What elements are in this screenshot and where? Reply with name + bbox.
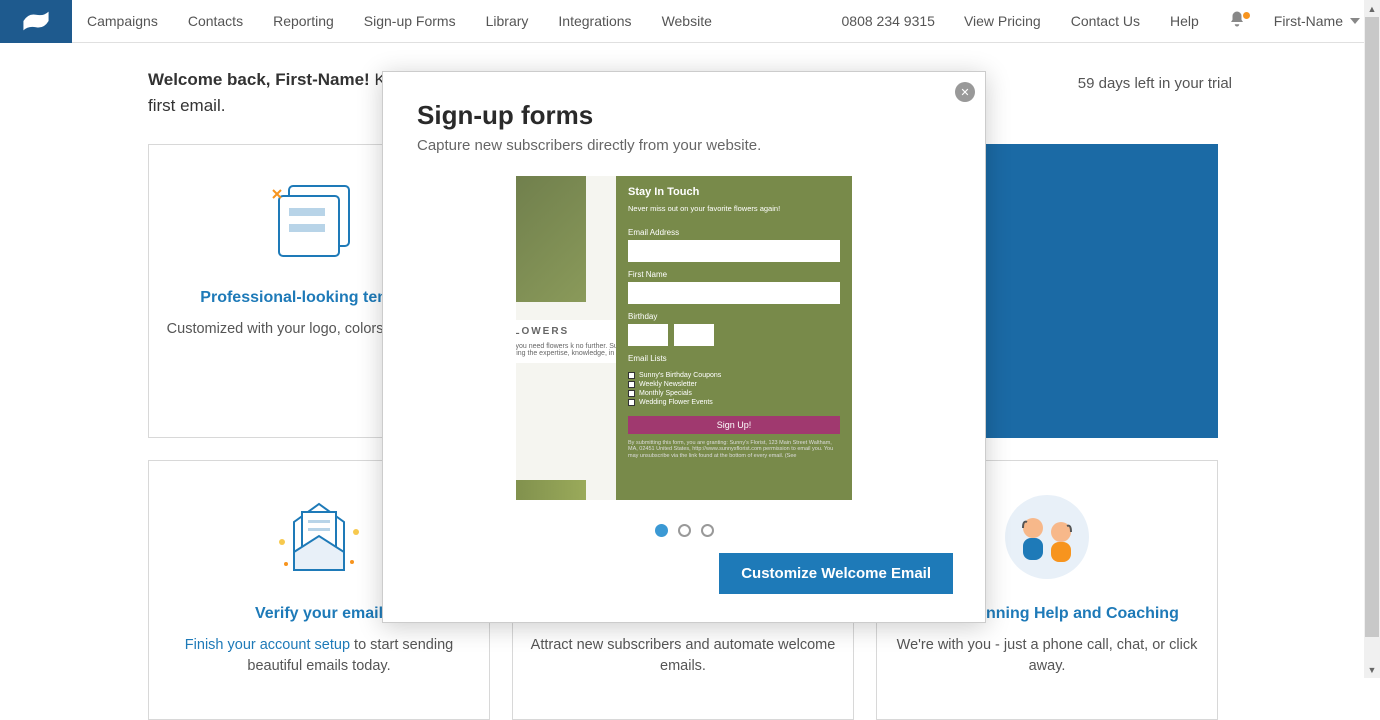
form-first-label: First Name (628, 270, 840, 279)
signup-forms-modal: Sign-up forms Capture new subscribers di… (382, 71, 986, 623)
coaching-illustration (997, 487, 1097, 587)
phone-number: 0808 234 9315 (828, 13, 949, 29)
preview-heading: ND FLOWERS (516, 326, 616, 337)
card-coaching-desc: We're with you - just a phone call, chat… (893, 635, 1201, 677)
signup-preview: ND FLOWERS of life? Do you need flowers … (516, 176, 852, 500)
modal-footer: Customize Welcome Email (383, 553, 985, 622)
form-fine-print: By submitting this form, you are grantin… (628, 440, 840, 460)
modal-close-button[interactable] (955, 82, 975, 102)
card-verify-title: Verify your email (255, 605, 383, 623)
nav-view-pricing[interactable]: View Pricing (949, 0, 1056, 43)
form-email-input (628, 240, 840, 262)
preview-bottom-image (516, 480, 586, 500)
form-desc: Never miss out on your favorite flowers … (628, 204, 840, 214)
nav-help[interactable]: Help (1155, 0, 1214, 43)
notification-dot-icon (1243, 12, 1250, 19)
modal-header: Sign-up forms Capture new subscribers di… (383, 72, 985, 164)
modal-body: ND FLOWERS of life? Do you need flowers … (383, 164, 985, 518)
notifications-button[interactable] (1214, 10, 1260, 33)
scroll-up-arrow[interactable]: ▲ (1364, 0, 1380, 17)
nav-reporting[interactable]: Reporting (258, 0, 349, 43)
form-birthday-month (628, 324, 668, 346)
carousel-dot-2[interactable] (678, 524, 691, 537)
chevron-down-icon (1350, 18, 1360, 24)
nav-items-left: Campaigns Contacts Reporting Sign-up For… (72, 0, 727, 42)
form-list-item: Monthly Specials (628, 390, 840, 397)
carousel-dot-1[interactable] (655, 524, 668, 537)
nav-contacts[interactable]: Contacts (173, 0, 258, 43)
templates-illustration (269, 171, 369, 271)
preview-paragraph: of life? Do you need flowers k no furthe… (516, 343, 616, 357)
nav-library[interactable]: Library (471, 0, 544, 43)
form-signup-button: Sign Up! (628, 416, 840, 434)
nav-website[interactable]: Website (647, 0, 727, 43)
nav-campaigns[interactable]: Campaigns (72, 0, 173, 43)
nav-signup-forms[interactable]: Sign-up Forms (349, 0, 471, 43)
form-birthday-day (674, 324, 714, 346)
form-title: Stay In Touch (628, 186, 840, 198)
form-first-input (628, 282, 840, 304)
carousel-dot-3[interactable] (701, 524, 714, 537)
form-list-item: Wedding Flower Events (628, 399, 840, 406)
trial-countdown: 59 days left in your trial (1078, 75, 1232, 92)
top-nav: Campaigns Contacts Reporting Sign-up For… (0, 0, 1380, 43)
user-menu[interactable]: First-Name (1260, 13, 1380, 29)
card-verify-desc: Finish your account setup to start sendi… (165, 635, 473, 677)
nav-contact-us[interactable]: Contact Us (1056, 0, 1155, 43)
nav-integrations[interactable]: Integrations (543, 0, 646, 43)
preview-form: Stay In Touch Never miss out on your fav… (616, 176, 852, 500)
scrollbar[interactable]: ▲ ▼ (1364, 0, 1380, 678)
nav-items-right: 0808 234 9315 View Pricing Contact Us He… (828, 0, 1380, 42)
form-birthday-label: Birthday (628, 312, 840, 321)
logo[interactable] (0, 0, 72, 43)
preview-website: ND FLOWERS of life? Do you need flowers … (516, 176, 616, 500)
carousel-dots (383, 518, 985, 553)
form-list-item: Weekly Newsletter (628, 381, 840, 388)
logo-icon (20, 10, 52, 32)
welcome-strong: Welcome back, First-Name! (148, 70, 370, 89)
form-email-label: Email Address (628, 228, 840, 237)
verify-link[interactable]: Finish your account setup (185, 637, 350, 653)
scroll-down-arrow[interactable]: ▼ (1364, 661, 1380, 678)
preview-hero-image (516, 176, 586, 302)
form-list-item: Sunny's Birthday Coupons (628, 372, 840, 379)
card-signup-desc: Attract new subscribers and automate wel… (529, 635, 837, 677)
form-lists: Sunny's Birthday Coupons Weekly Newslett… (628, 372, 840, 408)
scrollbar-thumb[interactable] (1365, 17, 1379, 637)
modal-title: Sign-up forms (417, 100, 951, 131)
user-name: First-Name (1274, 13, 1343, 29)
form-lists-label: Email Lists (628, 354, 840, 363)
modal-subtitle: Capture new subscribers directly from yo… (417, 137, 951, 154)
verify-illustration (264, 487, 374, 587)
preview-page-text: ND FLOWERS of life? Do you need flowers … (516, 320, 616, 363)
customize-welcome-email-button[interactable]: Customize Welcome Email (719, 553, 953, 594)
